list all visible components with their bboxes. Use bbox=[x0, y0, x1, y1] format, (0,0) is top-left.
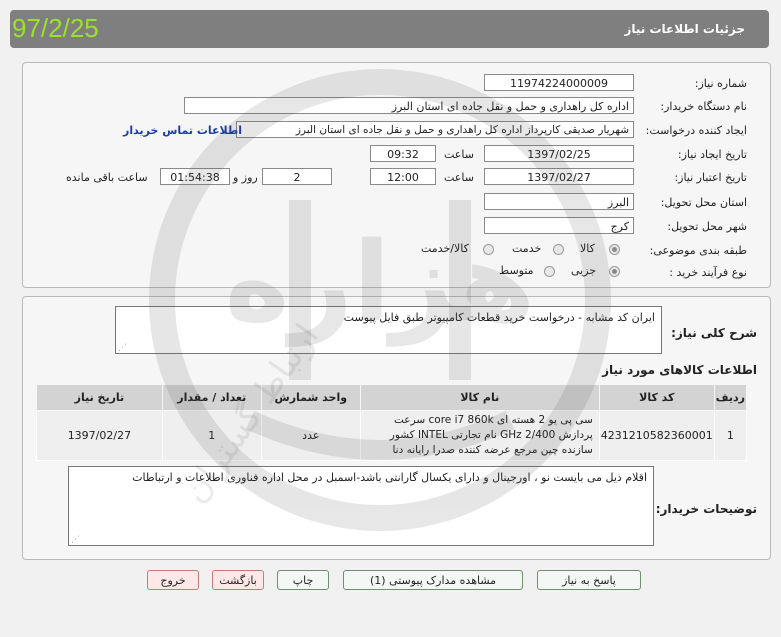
buyer-notes-box: اقلام ذیل می بایست نو ، اورجینال و دارای… bbox=[68, 466, 654, 546]
table-row: 1 4231210582360001 سی پی یو 2 هسته ای co… bbox=[36, 410, 748, 461]
description-text: ایران کد مشابه - درخواست خرید قطعات کامپ… bbox=[343, 311, 655, 324]
cell-date: 1397/02/27 bbox=[36, 410, 163, 461]
items-table: ردیف کد کالا نام کالا واحد شمارش تعداد /… bbox=[36, 384, 748, 461]
cell-unit: عدد bbox=[260, 410, 361, 461]
title-bar: جزئیات اطلاعات نیاز 97/2/25 bbox=[10, 10, 769, 48]
contact-info-link[interactable]: اطلاعات تماس خریدار bbox=[123, 124, 242, 137]
city-field: کرج bbox=[484, 217, 634, 234]
remaining-time-field: 01:54:38 bbox=[160, 168, 230, 185]
valid-time-field: 12:00 bbox=[370, 168, 436, 185]
process-medium-label: متوسط bbox=[499, 264, 534, 277]
resize-grip-icon: ⋰ bbox=[71, 535, 80, 545]
description-label: شرح کلی نیاز: bbox=[671, 326, 757, 340]
col-date: تاریخ نیاز bbox=[36, 384, 163, 411]
created-time-field: 09:32 bbox=[370, 145, 436, 162]
province-field: البرز bbox=[484, 193, 634, 210]
process-label: نوع فرآیند خرید : bbox=[669, 266, 747, 279]
process-radio-minor[interactable] bbox=[609, 266, 620, 277]
col-unit: واحد شمارش bbox=[260, 384, 361, 411]
page-title: جزئیات اطلاعات نیاز bbox=[624, 22, 745, 36]
process-radio-medium[interactable] bbox=[544, 266, 555, 277]
buyer-org-field: اداره کل راهداری و حمل و نقل جاده ای است… bbox=[184, 97, 634, 114]
category-goods-label: کالا bbox=[580, 242, 595, 255]
resize-grip-icon: ⋰ bbox=[118, 343, 127, 353]
reply-button[interactable]: پاسخ به نیاز bbox=[537, 570, 641, 590]
col-qty: تعداد / مقدار bbox=[161, 384, 262, 411]
category-radio-goods-service[interactable] bbox=[483, 244, 494, 255]
days-label: روز و bbox=[233, 171, 258, 184]
cell-qty: 1 bbox=[161, 410, 262, 461]
province-label: استان محل تحویل: bbox=[660, 196, 747, 209]
creator-label: ایجاد کننده درخواست: bbox=[645, 124, 747, 137]
items-section-title: اطلاعات کالاهای مورد نیاز bbox=[602, 363, 757, 377]
cell-code: 4231210582360001 bbox=[598, 410, 715, 461]
creator-field: شهریار صدیقی کارپرداز اداره کل راهداری و… bbox=[236, 121, 634, 138]
col-name: نام کالا bbox=[359, 384, 600, 411]
category-radio-goods[interactable] bbox=[609, 244, 620, 255]
print-button[interactable]: چاپ bbox=[277, 570, 329, 590]
city-label: شهر محل تحویل: bbox=[667, 220, 747, 233]
days-field: 2 bbox=[262, 168, 332, 185]
buyer-notes-label: توضیحات خریدار: bbox=[655, 502, 757, 516]
exit-button[interactable]: خروج bbox=[147, 570, 199, 590]
created-date-label: تاریخ ایجاد نیاز: bbox=[677, 148, 747, 161]
buyer-notes-text: اقلام ذیل می بایست نو ، اورجینال و دارای… bbox=[132, 471, 647, 484]
valid-date-label: تاریخ اعتبار نیاز: bbox=[674, 171, 747, 184]
date-stamp: 97/2/25 bbox=[12, 13, 99, 43]
col-code: کد کالا bbox=[598, 384, 715, 411]
valid-date-field: 1397/02/27 bbox=[484, 168, 634, 185]
view-documents-button[interactable]: مشاهده مدارک پیوستی (1) bbox=[343, 570, 523, 590]
buyer-org-label: نام دستگاه خریدار: bbox=[660, 100, 747, 113]
cell-name: سی پی یو 2 هسته ای core i7 860k سرعت پرد… bbox=[359, 410, 600, 461]
category-radio-service[interactable] bbox=[553, 244, 564, 255]
process-minor-label: جزیی bbox=[571, 264, 597, 277]
col-row: ردیف bbox=[713, 384, 748, 411]
remaining-label: ساعت باقی مانده bbox=[66, 171, 148, 184]
need-number-label: شماره نیاز: bbox=[694, 77, 747, 90]
back-button[interactable]: بازگشت bbox=[212, 570, 264, 590]
description-box: ایران کد مشابه - درخواست خرید قطعات کامپ… bbox=[115, 306, 662, 354]
category-service-label: خدمت bbox=[512, 242, 542, 255]
need-number-field: 11974224000009 bbox=[484, 74, 634, 91]
valid-time-label: ساعت bbox=[444, 171, 474, 184]
category-goods-service-label: کالا/خدمت bbox=[421, 242, 469, 255]
category-label: طبقه بندی موضوعی: bbox=[649, 244, 747, 257]
created-date-field: 1397/02/25 bbox=[484, 145, 634, 162]
cell-row: 1 bbox=[713, 410, 748, 461]
created-time-label: ساعت bbox=[444, 148, 474, 161]
